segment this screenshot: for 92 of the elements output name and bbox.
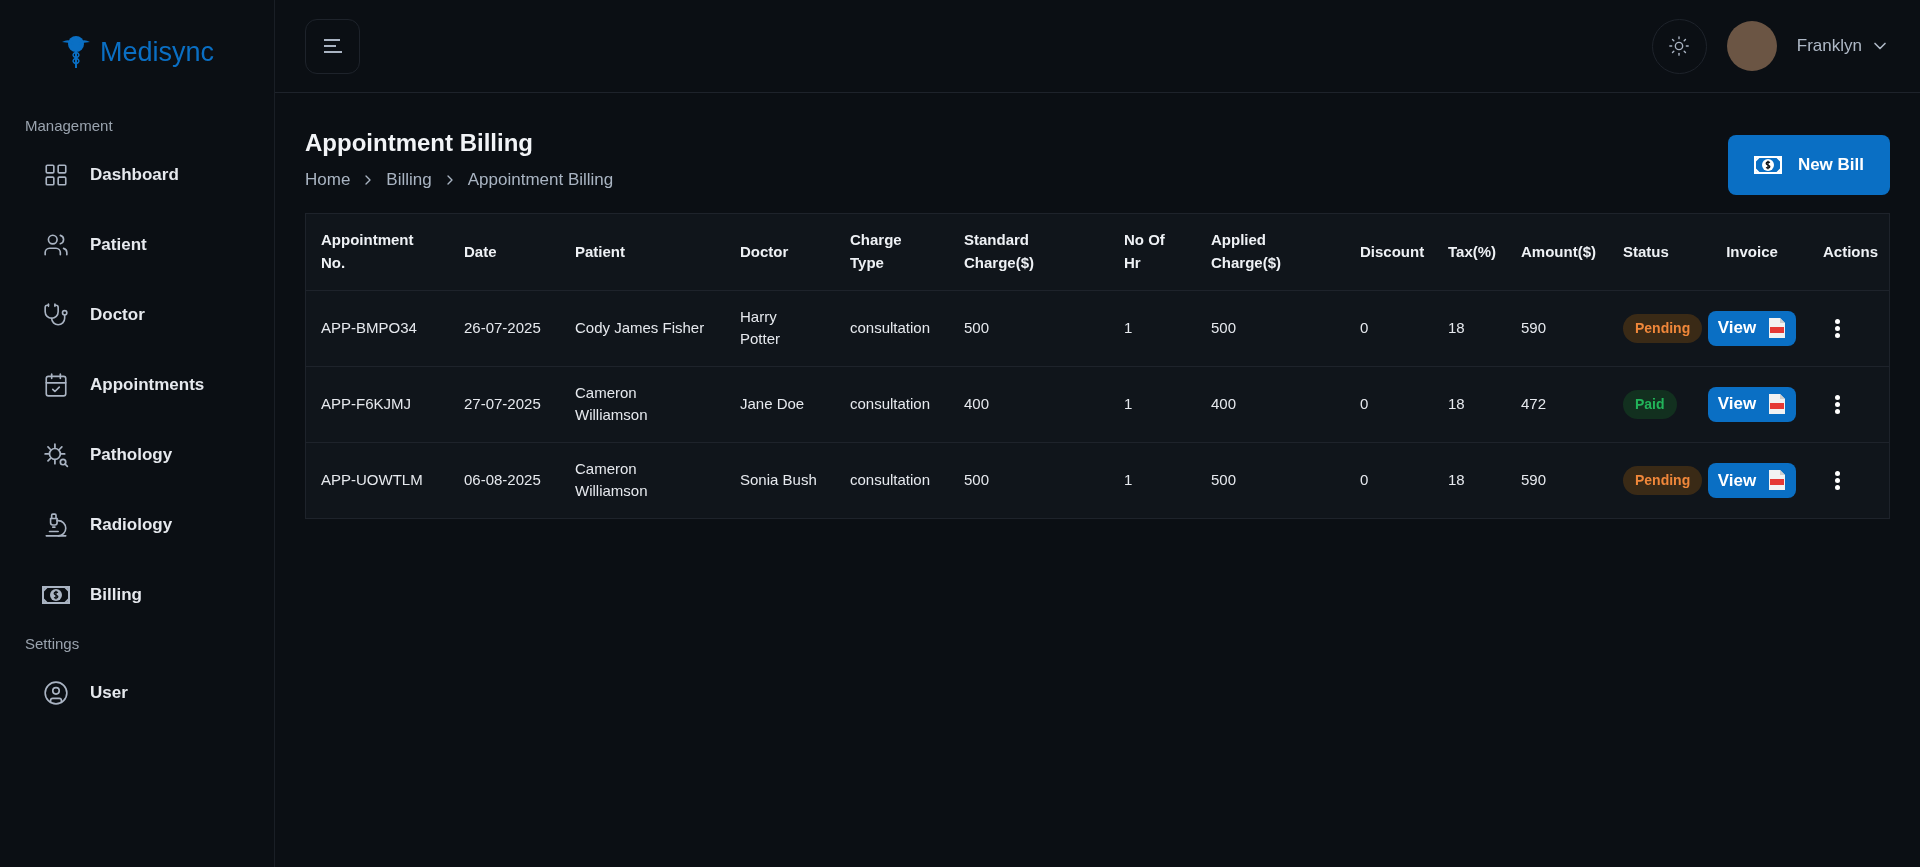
table-cell: 500	[964, 318, 990, 336]
column-header: Applied Charge($)	[1211, 231, 1281, 271]
users-icon	[43, 232, 69, 258]
table-cell: 500	[964, 471, 990, 488]
table-cell: 27-07-2025	[464, 394, 541, 412]
pdf-file-icon	[1768, 469, 1787, 492]
table-cell: 18	[1448, 318, 1465, 336]
column-header: Patient	[575, 242, 625, 260]
sidebar-item[interactable]: Pathology	[0, 420, 274, 490]
table-cell: 0	[1360, 318, 1369, 336]
sidebar-item[interactable]: Doctor	[0, 280, 274, 350]
settings-sun-icon	[1668, 35, 1691, 57]
table-cell: 18	[1448, 471, 1465, 488]
user-circle-icon	[43, 680, 69, 706]
sidebar-item[interactable]: User	[0, 658, 274, 728]
table-cell: consultation	[850, 471, 931, 488]
menu-button[interactable]	[305, 18, 360, 74]
breadcrumb-link[interactable]: Home	[305, 167, 351, 193]
table-cell: 500	[1211, 471, 1237, 488]
sidebar-item[interactable]: Radiology	[0, 490, 274, 560]
table-cell: Jane Doe	[740, 394, 805, 412]
breadcrumb-link[interactable]: Appointment Billing	[467, 167, 614, 193]
table-cell: 590	[1521, 471, 1547, 488]
table-cell: 1	[1124, 318, 1133, 336]
table-cell: Sonia Bush	[740, 471, 817, 488]
pdf-file-icon	[1768, 317, 1787, 339]
table-cell: Harry Potter	[740, 307, 781, 347]
table-cell: 400	[964, 394, 990, 412]
column-header: Invoice	[1726, 242, 1778, 260]
column-header: Tax(%)	[1448, 242, 1497, 260]
page-title: Appointment Billing	[305, 128, 534, 158]
banknote-icon	[1753, 156, 1782, 174]
status-badge: Pending	[1623, 313, 1703, 343]
table-cell: consultation	[850, 394, 931, 412]
column-header: Charge Type	[850, 231, 902, 271]
column-header: Amount($)	[1521, 242, 1596, 260]
table-cell: 0	[1360, 394, 1369, 412]
column-header: Doctor	[740, 242, 789, 260]
table-cell: 06-08-2025	[464, 471, 541, 488]
column-header: Date	[464, 242, 497, 260]
table-cell: 18	[1448, 394, 1465, 412]
pdf-file-icon	[1768, 393, 1787, 415]
table-cell: 400	[1211, 394, 1237, 412]
column-header: Appointment No.	[321, 231, 414, 271]
table-cell: Cody James Fisher	[575, 318, 705, 336]
breadcrumb-link[interactable]: Billing	[386, 167, 432, 193]
table-cell: 472	[1521, 394, 1547, 412]
grid-icon	[43, 162, 69, 188]
sidebar-section-title: Settings	[24, 633, 81, 654]
column-header: Status	[1623, 242, 1669, 260]
more-options-icon	[1835, 318, 1840, 338]
column-header: Discount	[1360, 242, 1425, 260]
brand-name: Medisync	[99, 35, 214, 69]
menu-icon	[322, 38, 343, 54]
view-invoice-button[interactable]: View	[1707, 386, 1797, 422]
table-cell: Cameron Williamson	[575, 383, 648, 423]
table-cell: Cameron Williamson	[575, 459, 648, 500]
column-header: Standard Charge($)	[964, 231, 1034, 271]
status-badge: Pending	[1623, 465, 1703, 495]
column-header: Actions	[1823, 242, 1878, 260]
sidebar-item[interactable]: Appointments	[0, 350, 274, 420]
table-cell: APP-UOWTLM	[321, 471, 423, 488]
status-badge: Paid	[1623, 389, 1677, 419]
more-options-icon	[1835, 394, 1840, 414]
column-header: No Of Hr	[1124, 231, 1165, 271]
banknote-icon	[42, 586, 70, 604]
user-menu-button[interactable]: Franklyn	[1796, 33, 1890, 59]
table-cell: APP-F6KJMJ	[321, 394, 411, 412]
table-cell: 0	[1360, 471, 1369, 488]
stethoscope-icon	[43, 302, 69, 328]
calendar-check-icon	[43, 372, 69, 398]
more-options-button[interactable]	[1835, 394, 1840, 414]
new-bill-button[interactable]: New Bill	[1727, 135, 1890, 195]
table-cell: 1	[1124, 471, 1133, 488]
sidebar-item[interactable]: Dashboard	[0, 140, 274, 210]
microscope-icon	[43, 512, 69, 538]
more-options-button[interactable]	[1835, 318, 1840, 338]
more-options-button[interactable]	[1835, 470, 1840, 490]
view-invoice-button[interactable]: View	[1707, 310, 1797, 346]
view-invoice-button[interactable]: View	[1707, 462, 1797, 498]
table-cell: 500	[1211, 318, 1237, 336]
sidebar-item[interactable]: Patient	[0, 210, 274, 280]
avatar-photo-placeholder	[1726, 21, 1777, 71]
virus-icon	[43, 442, 69, 468]
sidebar-item[interactable]: Billing	[0, 560, 274, 630]
table-cell: 1	[1124, 394, 1133, 412]
table-cell: consultation	[850, 318, 931, 336]
table-cell: 26-07-2025	[464, 318, 541, 336]
table-cell: APP-BMPO34	[321, 318, 417, 336]
sidebar-section-title: Management	[24, 115, 114, 136]
more-options-icon	[1835, 470, 1840, 490]
table-cell: 590	[1521, 318, 1547, 336]
